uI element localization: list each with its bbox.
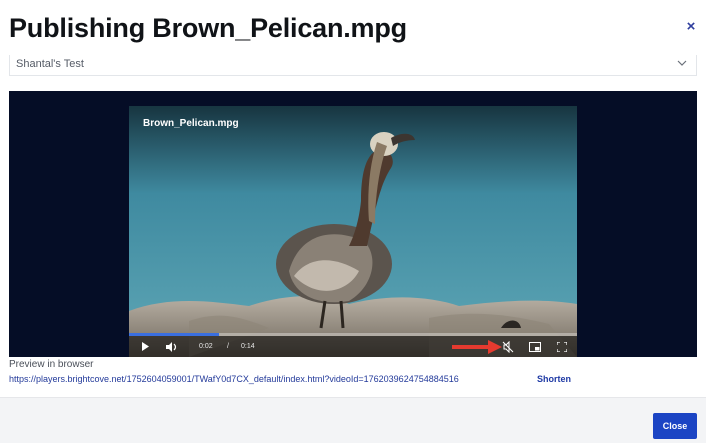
chevron-down-icon	[677, 60, 687, 66]
current-time: 0:02	[199, 343, 213, 350]
shorten-link[interactable]: Shorten	[537, 374, 571, 384]
captions-off-button[interactable]	[501, 336, 515, 357]
close-icon[interactable]: ×	[684, 19, 698, 34]
play-icon	[142, 342, 149, 351]
volume-icon	[166, 341, 177, 352]
picture-in-picture-button[interactable]	[527, 336, 543, 357]
video-player[interactable]: Brown_Pelican.mpg 0:02 / 0:14	[129, 106, 577, 357]
audio-off-icon	[502, 340, 514, 353]
duration: 0:14	[241, 343, 255, 350]
preview-url-link[interactable]: https://players.brightcove.net/175260405…	[9, 374, 459, 384]
video-title: Brown_Pelican.mpg	[143, 118, 239, 129]
volume-button[interactable]	[165, 336, 179, 357]
player-controls: 0:02 / 0:14	[129, 336, 577, 357]
fullscreen-icon	[557, 341, 567, 352]
dialog-title: Publishing Brown_Pelican.mpg	[9, 13, 407, 43]
annotation-arrow-icon	[452, 340, 502, 354]
video-stage: Brown_Pelican.mpg 0:02 / 0:14	[9, 91, 697, 357]
picture-in-picture-icon	[529, 341, 541, 352]
player-select[interactable]: Shantal's Test	[9, 55, 697, 76]
preview-label: Preview in browser	[9, 359, 94, 370]
modal-footer: Close	[0, 397, 706, 443]
close-button[interactable]: Close	[653, 413, 697, 439]
fullscreen-button[interactable]	[555, 336, 569, 357]
player-select-value: Shantal's Test	[16, 58, 84, 70]
play-button[interactable]	[139, 336, 151, 357]
modal-header: Publishing Brown_Pelican.mpg ×	[0, 0, 706, 60]
video-frame-image	[129, 106, 577, 357]
time-separator: /	[227, 343, 229, 350]
